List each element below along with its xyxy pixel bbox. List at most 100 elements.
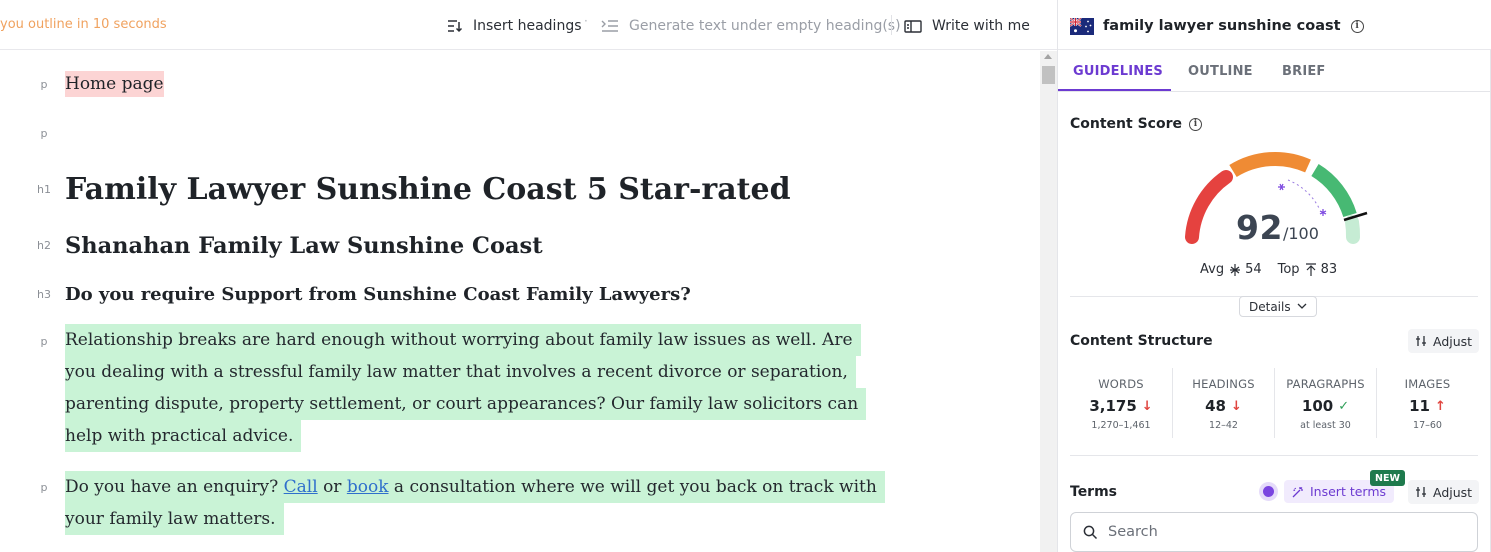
paragraph-line: parenting dispute, property settlement, … (65, 388, 867, 420)
stat-range: 17–60 (1413, 420, 1442, 431)
paragraph-relationship[interactable]: Relationship breaks are hard enough with… (65, 324, 867, 452)
stat-value: 11 ↑ (1377, 397, 1478, 415)
top-label: Top (1277, 262, 1300, 277)
keyword-title: family lawyer sunshine coast i (1070, 15, 1364, 37)
tab-guidelines[interactable]: GUIDELINES (1073, 64, 1163, 79)
write-with-me-button[interactable]: Write with me (904, 15, 1030, 37)
stat-range: at least 30 (1300, 420, 1351, 431)
stat-number: 11 (1409, 397, 1430, 415)
gauge-green-segment (1311, 164, 1357, 218)
content-structure-title: Content Structure (1070, 333, 1213, 349)
arrow-down-icon: ↓ (1141, 398, 1153, 414)
check-icon: ✓ (1338, 398, 1350, 414)
panel-tabs: GUIDELINES OUTLINE BRIEF (1058, 50, 1491, 92)
stat-label: IMAGES (1404, 377, 1451, 391)
content-score-title: Content Score i (1070, 116, 1202, 132)
arrow-down-icon: ↓ (1230, 398, 1242, 414)
heading-h1[interactable]: Family Lawyer Sunshine Coast 5 Star-rate… (65, 169, 791, 211)
insert-headings-button[interactable]: Insert headings (447, 15, 582, 37)
paragraph-line: Do you have an enquiry? Call or book a c… (65, 471, 885, 503)
scroll-up-arrow-icon[interactable] (1044, 54, 1052, 59)
terms-search (1070, 512, 1478, 552)
insert-terms-label: Insert terms (1310, 484, 1387, 499)
guidelines-panel: family lawyer sunshine coast i GUIDELINE… (1057, 0, 1491, 552)
document-body[interactable]: p Home page p h1 Family Lawyer Sunshine … (0, 51, 1040, 552)
tab-outline[interactable]: OUTLINE (1188, 64, 1253, 79)
insert-headings-icon (448, 20, 463, 33)
active-tab-indicator (1058, 89, 1171, 91)
stat-images: IMAGES 11 ↑ 17–60 (1376, 368, 1478, 438)
stat-number: 100 (1301, 397, 1334, 415)
block-tag: h1 (37, 183, 51, 196)
new-badge: NEW (1370, 470, 1405, 486)
top-value: 83 (1320, 262, 1338, 277)
generate-text-icon (601, 20, 618, 32)
block-tag: p (40, 127, 48, 140)
adjust-structure-button[interactable]: Adjust (1408, 329, 1480, 353)
consultation-text: a consultation where we will get you bac… (388, 477, 877, 497)
adjust-label: Adjust (1433, 484, 1473, 500)
paragraph-line: your family law matters. (65, 503, 284, 535)
stat-label: PARAGRAPHS (1286, 377, 1365, 391)
call-link[interactable]: Call (284, 477, 318, 497)
gauge-ticks (1287, 179, 1321, 211)
stat-value: 48 ↓ (1173, 397, 1274, 415)
score-number: 92 (1236, 208, 1283, 247)
content-structure-stats: WORDS 3,175 ↓ 1,270–1,461 HEADINGS 48 ↓ 12… (1070, 368, 1478, 438)
stat-range: 1,270–1,461 (1091, 420, 1151, 431)
adjust-label: Adjust (1433, 333, 1473, 349)
search-icon (1083, 525, 1098, 539)
heading-h2[interactable]: Shanahan Family Law Sunshine Coast (65, 230, 543, 262)
paragraph-line: help with practical advice. (65, 420, 302, 452)
editor-toolbar: you outline in 10 seconds Insert heading… (0, 0, 1057, 50)
terms-title: Terms (1070, 484, 1118, 500)
block-tag: h3 (37, 288, 51, 301)
paragraph-line: Relationship breaks are hard enough with… (65, 324, 861, 356)
details-label: Details (1249, 299, 1291, 314)
paragraph-enquiry[interactable]: Do you have an enquiry? Call or book a c… (65, 471, 885, 535)
editor-scrollbar[interactable] (1040, 51, 1057, 552)
toolbar-notice: you outline in 10 seconds (0, 17, 167, 32)
or-text: or (317, 477, 347, 497)
stat-value: 3,175 ↓ (1070, 397, 1172, 415)
heading-h3[interactable]: Do you require Support from Sunshine Coa… (65, 282, 691, 308)
enquiry-text: Do you have an enquiry? (65, 477, 284, 497)
info-icon[interactable]: i (1350, 19, 1364, 33)
magic-wand-icon (1292, 486, 1303, 497)
chevron-down-icon (1297, 303, 1307, 309)
avg-icon (1230, 263, 1241, 276)
info-icon[interactable]: i (1188, 117, 1202, 131)
book-link[interactable]: book (347, 477, 389, 497)
avg-marker-icon (1278, 183, 1285, 191)
block-tag: h2 (37, 239, 51, 252)
avg-value: 54 (1245, 262, 1262, 277)
generate-text-button[interactable]: Generate text under empty heading(s) (601, 15, 901, 37)
block-tag: p (40, 481, 48, 494)
stat-value: 100 ✓ (1275, 397, 1376, 415)
stat-number: 48 (1205, 397, 1226, 415)
stat-words: WORDS 3,175 ↓ 1,270–1,461 (1070, 368, 1172, 438)
australia-flag-icon (1070, 17, 1094, 35)
sliders-icon (1416, 487, 1426, 497)
adjust-terms-button[interactable]: Adjust (1408, 480, 1480, 504)
empty-paragraph[interactable] (65, 121, 365, 147)
details-button[interactable]: Details (1239, 296, 1317, 317)
tab-brief[interactable]: BRIEF (1282, 64, 1326, 79)
search-input[interactable] (1108, 524, 1448, 540)
gauge-remaining-segment (1345, 215, 1361, 244)
top-icon (1305, 262, 1316, 276)
keyword-text: family lawyer sunshine coast (1103, 18, 1341, 34)
paragraph-home-page[interactable]: Home page (65, 71, 164, 97)
score-max: /100 (1282, 224, 1319, 243)
gauge-red-segment (1185, 170, 1233, 244)
avg-label: Avg (1200, 262, 1225, 277)
gauge-orange-segment (1229, 151, 1311, 178)
write-with-me-label: Write with me (932, 18, 1030, 34)
generate-text-label: Generate text under empty heading(s) (629, 18, 901, 34)
terms-toggle[interactable] (1259, 482, 1278, 501)
stat-label: WORDS (1098, 377, 1144, 391)
stat-headings: HEADINGS 48 ↓ 12–42 (1172, 368, 1274, 438)
stat-label: HEADINGS (1192, 377, 1255, 391)
editor-scrollbar-thumb[interactable] (1042, 66, 1055, 84)
sliders-icon (1416, 336, 1426, 346)
